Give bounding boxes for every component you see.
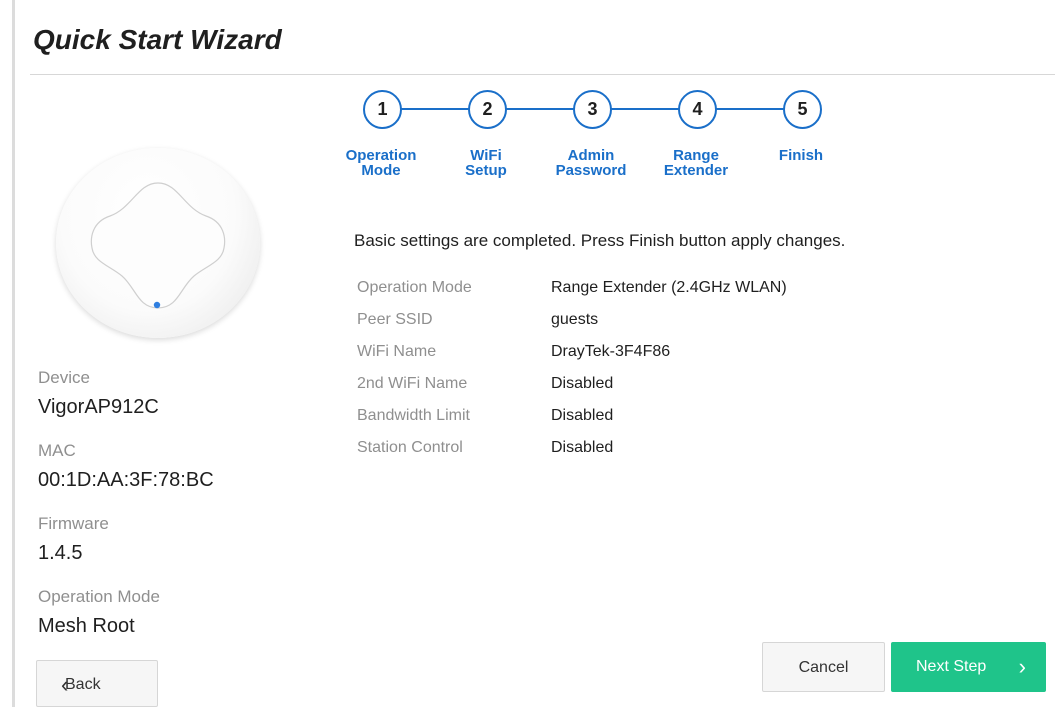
operation-mode-value: Mesh Root — [38, 615, 135, 637]
cancel-button[interactable]: Cancel — [762, 642, 885, 692]
back-button[interactable]: ‹ Back — [36, 660, 158, 707]
left-border — [12, 0, 15, 707]
step-1-circle: 1 — [363, 90, 402, 129]
back-button-label: Back — [65, 676, 101, 693]
step-2-label: WiFi Setup — [465, 147, 507, 179]
step-3-circle: 3 — [573, 90, 612, 129]
chevron-right-icon: › — [1018, 654, 1026, 679]
step-connector — [504, 108, 574, 110]
next-step-button[interactable]: Next Step › — [891, 642, 1046, 692]
page-title: Quick Start Wizard — [33, 24, 282, 55]
firmware-label: Firmware — [38, 514, 109, 533]
step-connector — [714, 108, 784, 110]
step-3-label: Admin Password — [555, 147, 627, 179]
title-divider — [30, 74, 1055, 75]
completion-message: Basic settings are completed. Press Fini… — [354, 231, 846, 250]
device-image — [56, 148, 260, 338]
summary-key: 2nd WiFi Name — [357, 375, 468, 392]
summary-value: guests — [551, 311, 599, 328]
summary-key: Peer SSID — [357, 311, 433, 328]
step-4-label: Range Extender — [663, 147, 729, 179]
step-1-label: Operation Mode — [345, 147, 417, 179]
summary-value: DrayTek-3F4F86 — [551, 343, 671, 360]
step-connector — [609, 108, 679, 110]
wizard-stepper: 1 2 3 4 5 Operation Mode WiFi Setup Admin P… — [330, 86, 850, 186]
summary-value: Disabled — [551, 375, 614, 392]
summary-value: Disabled — [551, 407, 614, 424]
mac-value: 00:1D:AA:3F:78:BC — [38, 469, 214, 491]
status-led-icon — [153, 301, 161, 309]
mac-label: MAC — [38, 441, 76, 460]
step-connector — [399, 108, 469, 110]
step-5-label: Finish — [778, 147, 824, 164]
operation-mode-label: Operation Mode — [38, 587, 160, 606]
step-4-circle: 4 — [678, 90, 717, 129]
chevron-left-icon: ‹ — [61, 672, 69, 697]
step-5-circle: 5 — [783, 90, 822, 129]
summary-key: Bandwidth Limit — [357, 407, 470, 424]
device-label: Device — [38, 368, 90, 387]
summary-key: Station Control — [357, 439, 463, 456]
summary-value: Range Extender (2.4GHz WLAN) — [551, 279, 787, 296]
summary-value: Disabled — [551, 439, 614, 456]
cancel-button-label: Cancel — [798, 659, 849, 676]
summary-key: Operation Mode — [357, 279, 472, 296]
device-top-shape-icon — [90, 182, 226, 309]
firmware-value: 1.4.5 — [38, 542, 83, 564]
step-2-circle: 2 — [468, 90, 507, 129]
device-value: VigorAP912C — [38, 396, 159, 418]
next-step-button-label: Next Step — [916, 658, 987, 675]
summary-key: WiFi Name — [357, 343, 437, 360]
